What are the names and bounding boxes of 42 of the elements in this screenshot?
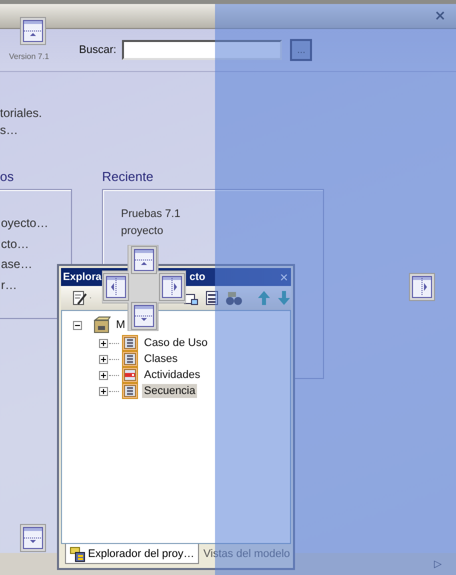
search-field[interactable] [122,40,282,60]
diagram-icon [122,335,138,351]
dock-arrow-left-icon[interactable] [103,273,129,301]
page-edit-icon[interactable] [71,290,87,306]
tree-item[interactable]: Caso de Uso [142,336,210,350]
section-link[interactable]: proyecto [121,225,323,242]
tree-item[interactable]: Actividades [142,368,202,382]
folder-tree-icon [70,546,86,562]
section-link[interactable]: cto… [1,236,30,252]
tree-item[interactable]: Clases [142,352,180,366]
dock-arrow-right-icon[interactable] [409,273,435,301]
section-title: os [0,169,15,186]
dock-arrow-up-icon[interactable] [131,246,157,274]
expand-icon[interactable] [99,370,108,380]
panel-tab[interactable]: Explorador del proy… [65,544,200,564]
section-link[interactable]: oyecto… [1,216,48,232]
dock-arrow-down-icon[interactable] [131,302,157,330]
drawer-icon [93,316,111,334]
dock-arrow-up-icon[interactable] [20,17,46,45]
panel-title: Explora [63,271,102,283]
section-link[interactable]: ase… [1,257,32,273]
dock-arrow-down-icon[interactable] [20,524,46,552]
intro-text: s… [0,123,19,139]
collapse-icon[interactable] [73,320,82,330]
diagram-icon [122,351,138,367]
list-icon[interactable] [205,290,219,306]
tree-item[interactable]: Secuencia [142,384,198,398]
expand-icon[interactable] [99,354,108,364]
version-label: Version 7.1 [9,52,50,60]
binoculars-icon[interactable] [225,290,243,306]
panel-title: cto [190,271,206,283]
activity-diagram-icon [122,367,138,383]
intro-text: toriales. [0,106,44,122]
tree-item[interactable]: M [114,318,128,332]
expand-icon[interactable] [99,338,108,348]
section-title: Reciente [102,169,154,186]
expand-icon[interactable] [99,386,108,396]
diagram-icon [122,383,138,399]
section-link[interactable]: Pruebas 7.1 [121,208,323,225]
search-label: Buscar: [79,44,116,56]
section-link[interactable]: r… [1,278,17,294]
dock-arrow-right-icon[interactable] [159,273,185,301]
